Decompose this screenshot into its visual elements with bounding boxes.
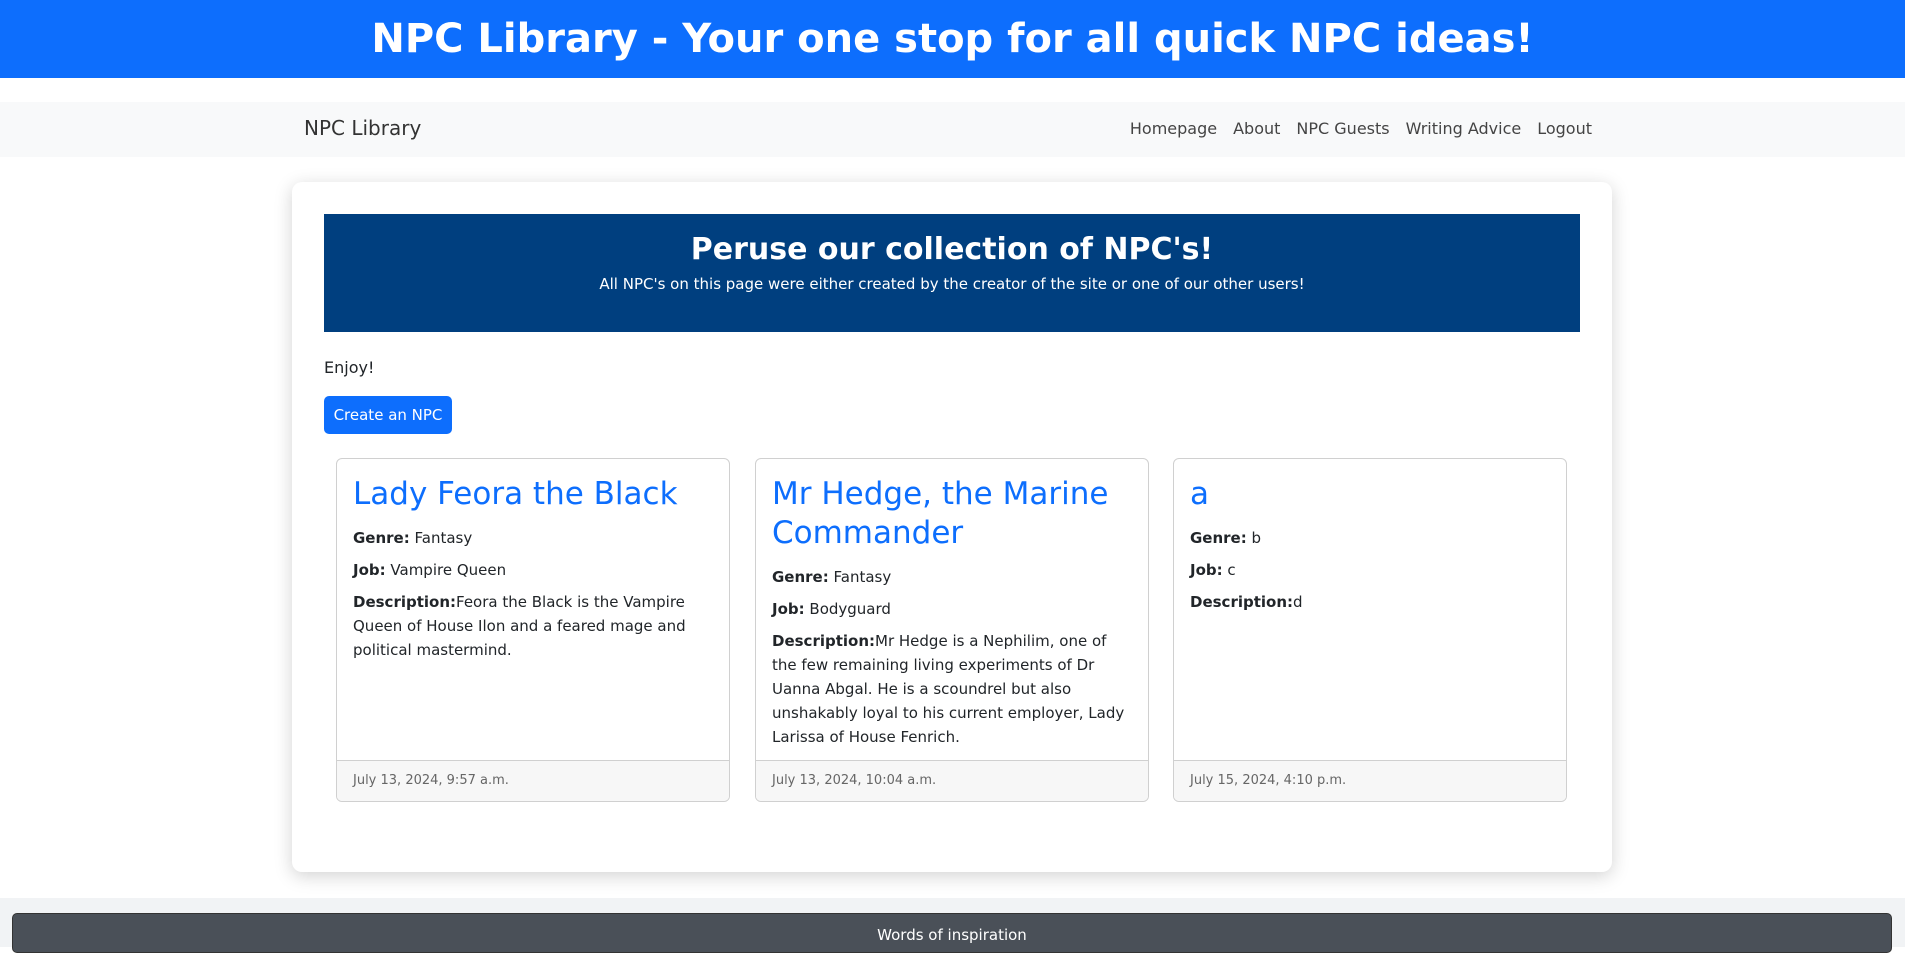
nav-link-logout[interactable]: Logout xyxy=(1537,119,1592,138)
npc-created-date: July 13, 2024, 9:57 a.m. xyxy=(337,760,729,801)
nav-links: Homepage About NPC Guests Writing Advice… xyxy=(1130,119,1592,138)
site-banner: NPC Library - Your one stop for all quic… xyxy=(0,0,1905,78)
main-content-card: Peruse our collection of NPC's! All NPC'… xyxy=(292,182,1612,872)
npc-description: Description:Feora the Black is the Vampi… xyxy=(353,590,713,662)
npc-card: Mr Hedge, the Marine Commander Genre: Fa… xyxy=(755,458,1149,802)
job-value: c xyxy=(1227,561,1236,579)
nav-link-writing-advice[interactable]: Writing Advice xyxy=(1406,119,1522,138)
npc-title-link[interactable]: Mr Hedge, the Marine Commander xyxy=(772,475,1132,553)
description-label: Description: xyxy=(772,632,876,650)
npc-genre: Genre: b xyxy=(1190,526,1550,550)
npc-created-date: July 13, 2024, 10:04 a.m. xyxy=(756,760,1148,801)
nav-link-npc-guests[interactable]: NPC Guests xyxy=(1296,119,1389,138)
npc-description: Description:d xyxy=(1190,590,1550,614)
create-npc-button[interactable]: Create an NPC xyxy=(324,396,452,434)
navbar: NPC Library Homepage About NPC Guests Wr… xyxy=(0,102,1905,157)
npc-genre: Genre: Fantasy xyxy=(772,565,1132,589)
description-label: Description: xyxy=(1190,593,1294,611)
intro-text: Enjoy! xyxy=(324,358,375,377)
npc-description: Description:Mr Hedge is a Nephilim, one … xyxy=(772,629,1132,749)
genre-label: Genre: xyxy=(772,568,829,586)
genre-label: Genre: xyxy=(1190,529,1247,547)
npc-job: Job: Bodyguard xyxy=(772,597,1132,621)
navbar-brand[interactable]: NPC Library xyxy=(304,116,421,140)
job-value: Vampire Queen xyxy=(390,561,507,579)
job-value: Bodyguard xyxy=(809,600,891,618)
job-label: Job: xyxy=(1190,561,1223,579)
words-of-inspiration-panel[interactable]: Words of inspiration xyxy=(12,913,1892,953)
site-banner-title: NPC Library - Your one stop for all quic… xyxy=(371,16,1534,62)
job-label: Job: xyxy=(353,561,386,579)
hero-title: Peruse our collection of NPC's! xyxy=(690,232,1214,267)
footer: Words of inspiration xyxy=(0,898,1905,953)
npc-card: a Genre: b Job: c Description:d July 15,… xyxy=(1173,458,1567,802)
words-of-inspiration-label: Words of inspiration xyxy=(877,926,1027,944)
nav-link-homepage[interactable]: Homepage xyxy=(1130,119,1217,138)
description-label: Description: xyxy=(353,593,457,611)
hero-subtitle: All NPC's on this page were either creat… xyxy=(599,275,1305,293)
npc-created-date: July 15, 2024, 4:10 p.m. xyxy=(1174,760,1566,801)
genre-value: Fantasy xyxy=(414,529,473,547)
genre-label: Genre: xyxy=(353,529,410,547)
npc-job: Job: Vampire Queen xyxy=(353,558,713,582)
npc-genre: Genre: Fantasy xyxy=(353,526,713,550)
genre-value: b xyxy=(1251,529,1262,547)
npc-title-link[interactable]: Lady Feora the Black xyxy=(353,475,713,514)
npc-job: Job: c xyxy=(1190,558,1550,582)
description-value: d xyxy=(1293,593,1303,611)
job-label: Job: xyxy=(772,600,805,618)
genre-value: Fantasy xyxy=(833,568,892,586)
nav-link-about[interactable]: About xyxy=(1233,119,1280,138)
npc-title-link[interactable]: a xyxy=(1190,475,1550,514)
npc-card: Lady Feora the Black Genre: Fantasy Job:… xyxy=(336,458,730,802)
hero-banner: Peruse our collection of NPC's! All NPC'… xyxy=(324,214,1580,332)
